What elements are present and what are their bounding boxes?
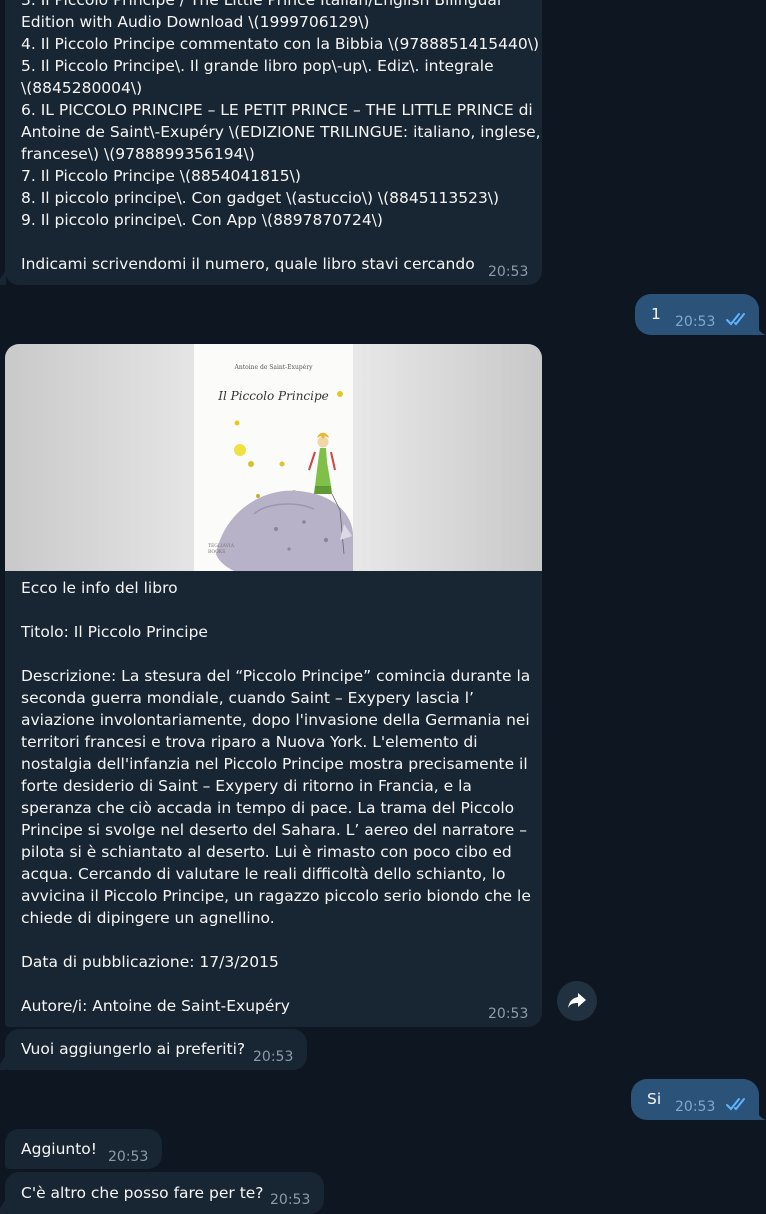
message-line: 9. Il piccolo principe\. Con App \(88978… [21, 211, 383, 229]
bubble-tail [0, 1198, 6, 1214]
message-line: Titolo: Il Piccolo Principe [21, 623, 208, 641]
message-time: 20:53 [108, 1149, 149, 1165]
message-line: seconda guerra mondiale, cuando Saint – … [21, 689, 474, 707]
message-line: Principe si svolge nel deserto del Sahar… [21, 821, 527, 839]
message-text: 1 [651, 305, 661, 323]
message-line: acqua. Cercando di valutare le reali dif… [21, 865, 506, 883]
message-line: Data di pubblicazione: 17/3/2015 [21, 953, 279, 971]
message-line [21, 231, 541, 253]
message-line: 6. IL PICCOLO PRINCIPE – LE PETIT PRINCE… [21, 101, 533, 119]
message-line: chiede di dipingere un agnellino. [21, 909, 275, 927]
message-text: Aggiunto! [21, 1140, 98, 1158]
message-time: 20:53 [270, 1192, 311, 1208]
message-time: 20:53 [675, 1099, 716, 1115]
message-line: francese\) \(9788899356194\) [21, 145, 255, 163]
message-line: Edition with Audio Download \(1999706129… [21, 13, 370, 31]
book-cover: Antoine de Saint-Exupéry Il Piccolo Prin… [194, 344, 353, 571]
message-time: 20:53 [488, 264, 529, 280]
message-text: Si [647, 1090, 662, 1108]
message-line: speranza che ciò accada in tempo di pace… [21, 799, 515, 817]
cover-publisher: TEGLIAVIA BOOKS [208, 544, 234, 555]
message-line: Autore/i: Antoine de Saint-Exupéry [21, 997, 290, 1015]
message-line: 7. Il Piccolo Principe \(8854041815\) [21, 167, 301, 185]
bubble-tail [752, 319, 766, 335]
message-line: Descrizione: La stesura del “Piccolo Pri… [21, 667, 531, 685]
bubble-tail [0, 269, 6, 285]
message-line [21, 599, 531, 621]
message-line: forte desiderio di Saint – Exypery di ri… [21, 777, 472, 795]
message-bubble-added[interactable]: Aggiunto! 20:53 [5, 1129, 162, 1169]
message-line: territori francesi e trova riparo a Nuov… [21, 733, 478, 751]
message-line: nostalgia dell'infanzia nel Piccolo Prin… [21, 755, 528, 773]
message-line: Ecco le info del libro [21, 579, 178, 597]
message-line: 5. Il Piccolo Principe\. Il grande libro… [21, 57, 494, 75]
message-text: Ecco le info del libro Titolo: Il Piccol… [21, 577, 531, 1017]
message-bubble-user-choice[interactable]: 1 20:53 [635, 294, 759, 335]
message-line: \(8845280004\) [21, 79, 143, 97]
double-check-icon [726, 313, 745, 326]
message-time: 20:53 [253, 1049, 294, 1065]
bubble-tail [0, 1054, 6, 1070]
message-text: C'è altro che posso fare per te? [21, 1184, 264, 1202]
message-line [21, 929, 531, 951]
message-line: Indicami scrivendomi il numero, quale li… [21, 255, 475, 273]
message-line: Antoine de Saint\-Exupéry \(EDIZIONE TRI… [21, 123, 541, 141]
message-line [21, 973, 531, 995]
forward-button[interactable] [557, 981, 597, 1021]
little-prince-illustration [216, 391, 353, 571]
message-bubble-book-info[interactable]: Antoine de Saint-Exupéry Il Piccolo Prin… [5, 344, 542, 1027]
message-line: pilota si è schiantato al deserto. Lui è… [21, 843, 512, 861]
message-line [21, 643, 531, 665]
message-line: 4. Il Piccolo Principe commentato con la… [21, 35, 539, 53]
message-bubble-anything-else[interactable]: C'è altro che posso fare per te? 20:53 [5, 1172, 324, 1214]
book-cover-image[interactable]: Antoine de Saint-Exupéry Il Piccolo Prin… [5, 344, 542, 571]
message-bubble-favorites-question[interactable]: Vuoi aggiungerlo ai preferiti? 20:53 [5, 1029, 307, 1070]
message-line: 3. Il Piccolo Principe / The Little Prin… [21, 0, 502, 9]
forward-arrow-icon [568, 993, 586, 1008]
message-bubble-user-yes[interactable]: Si 20:53 [631, 1079, 759, 1120]
message-text: Vuoi aggiungerlo ai preferiti? [21, 1040, 246, 1058]
message-time: 20:53 [488, 1006, 529, 1022]
message-line: avvicina il Piccolo Principe, un ragazzo… [21, 887, 531, 905]
message-line: aviazione involontariamente, dopo l'inva… [21, 711, 530, 729]
double-check-icon [726, 1098, 745, 1111]
message-text: 3. Il Piccolo Principe / The Little Prin… [21, 0, 541, 275]
message-time: 20:53 [675, 314, 716, 330]
message-line: 8. Il piccolo principe\. Con gadget \(as… [21, 189, 500, 207]
message-bubble-book-list[interactable]: 3. Il Piccolo Principe / The Little Prin… [5, 0, 542, 285]
bubble-tail [752, 1104, 766, 1120]
